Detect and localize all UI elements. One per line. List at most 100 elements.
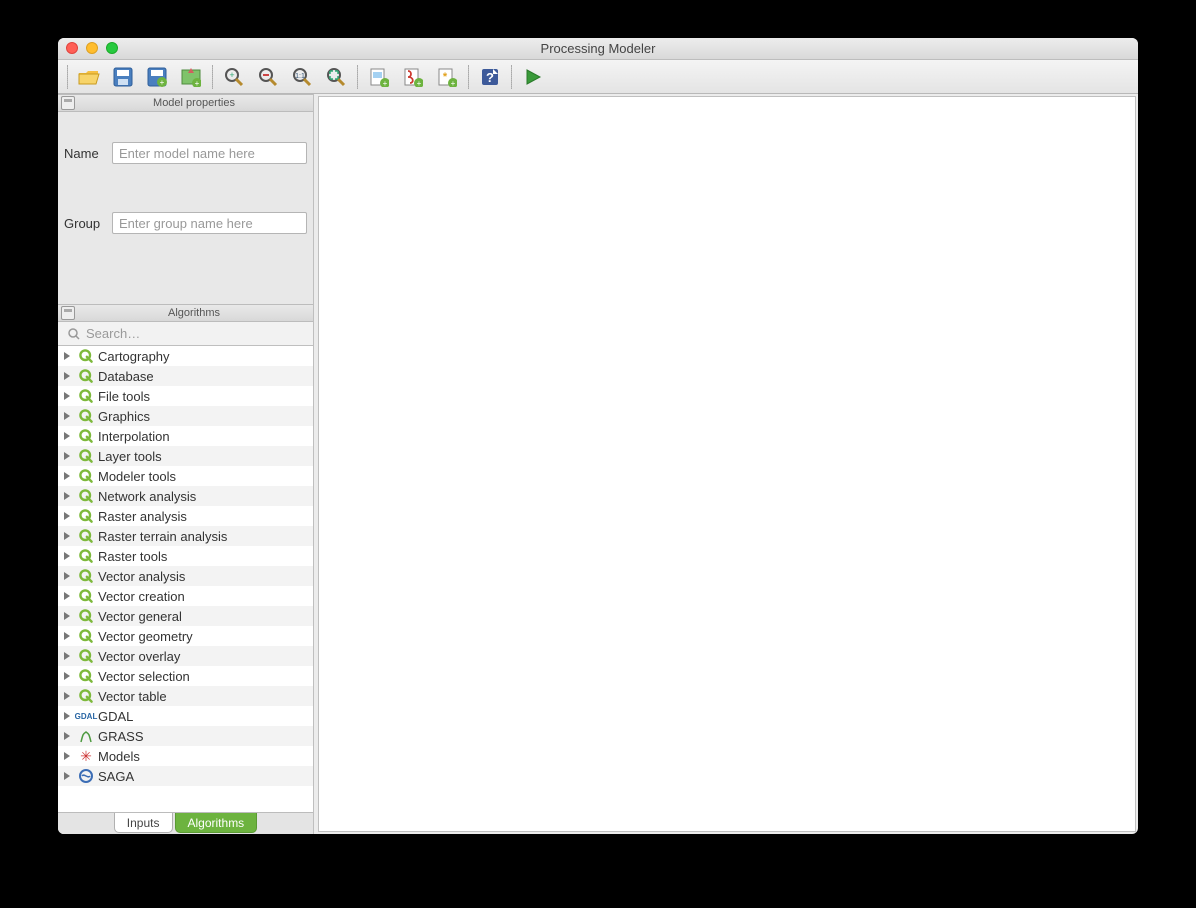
undock-icon[interactable]	[61, 306, 75, 320]
tree-item[interactable]: Raster tools	[58, 546, 313, 566]
model-properties-title: Model properties	[75, 97, 313, 109]
tree-item[interactable]: GRASS	[58, 726, 313, 746]
tree-item[interactable]: Raster analysis	[58, 506, 313, 526]
tree-item[interactable]: Vector analysis	[58, 566, 313, 586]
tree-item-label: Vector selection	[98, 669, 190, 684]
tree-item[interactable]: Raster terrain analysis	[58, 526, 313, 546]
save-as-icon: +	[147, 67, 167, 87]
tree-item[interactable]: Vector geometry	[58, 626, 313, 646]
expand-icon[interactable]	[64, 591, 74, 601]
expand-icon[interactable]	[64, 671, 74, 681]
qgis-icon	[78, 348, 94, 364]
tree-item[interactable]: Interpolation	[58, 426, 313, 446]
tree-item[interactable]: Vector table	[58, 686, 313, 706]
expand-icon[interactable]	[64, 511, 74, 521]
zoom-window-button[interactable]	[106, 42, 118, 54]
tree-item[interactable]: Vector overlay	[58, 646, 313, 666]
tree-item-label: Network analysis	[98, 489, 196, 504]
model-group-input[interactable]	[112, 212, 307, 234]
tree-item[interactable]: Vector creation	[58, 586, 313, 606]
saga-icon	[78, 768, 94, 784]
algorithm-tree[interactable]: Cartography Database File toolsGraphicsInt…	[58, 346, 313, 812]
qgis-icon	[78, 468, 94, 484]
tree-item[interactable]: Vector selection	[58, 666, 313, 686]
tree-item[interactable]: Database	[58, 366, 313, 386]
expand-icon[interactable]	[64, 431, 74, 441]
save-button[interactable]	[107, 63, 139, 91]
svg-text:1:1: 1:1	[295, 73, 305, 80]
expand-icon[interactable]	[64, 451, 74, 461]
zoom-actual-button[interactable]: 1:1	[286, 63, 318, 91]
expand-icon[interactable]	[64, 651, 74, 661]
qgis-icon	[78, 388, 94, 404]
export-python-button[interactable]: *+	[431, 63, 463, 91]
tree-item-label: Raster analysis	[98, 509, 187, 524]
qgis-icon	[78, 568, 94, 584]
qgis-icon	[78, 668, 94, 684]
expand-icon[interactable]	[64, 411, 74, 421]
tree-item[interactable]: Vector general	[58, 606, 313, 626]
minimize-window-button[interactable]	[86, 42, 98, 54]
qgis-icon	[78, 428, 94, 444]
toolbar-handle[interactable]	[67, 65, 68, 89]
tree-item[interactable]: Modeler tools	[58, 466, 313, 486]
svg-text:+: +	[195, 79, 200, 87]
zoom-full-button[interactable]	[320, 63, 352, 91]
tree-item[interactable]: SAGA	[58, 766, 313, 786]
left-sidebar: Model properties Name Group Algorithms	[58, 94, 314, 834]
tree-item[interactable]: Layer tools	[58, 446, 313, 466]
undock-icon[interactable]	[61, 96, 75, 110]
expand-icon[interactable]	[64, 391, 74, 401]
open-button[interactable]	[73, 63, 105, 91]
model-canvas[interactable]	[318, 96, 1136, 832]
algorithm-search-input[interactable]	[62, 324, 309, 344]
window-title: Processing Modeler	[58, 41, 1138, 56]
tree-item[interactable]: Cartography	[58, 346, 313, 366]
expand-icon[interactable]	[64, 731, 74, 741]
tree-item-label: Raster tools	[98, 549, 167, 564]
save-as-button[interactable]: +	[141, 63, 173, 91]
expand-icon[interactable]	[64, 691, 74, 701]
expand-icon[interactable]	[64, 631, 74, 641]
tree-item-label: Vector analysis	[98, 569, 185, 584]
expand-icon[interactable]	[64, 711, 74, 721]
qgis-icon	[78, 368, 94, 384]
tree-item[interactable]: Network analysis	[58, 486, 313, 506]
run-button[interactable]	[517, 63, 549, 91]
app-window: Processing Modeler + + + 1:1 +	[58, 38, 1138, 834]
expand-icon[interactable]	[64, 371, 74, 381]
zoom-out-icon	[258, 67, 278, 87]
expand-icon[interactable]	[64, 771, 74, 781]
expand-icon[interactable]	[64, 491, 74, 501]
model-properties-header: Model properties	[58, 94, 313, 112]
expand-icon[interactable]	[64, 351, 74, 361]
tree-item[interactable]: File tools	[58, 386, 313, 406]
zoom-out-button[interactable]	[252, 63, 284, 91]
help-button[interactable]: ?	[474, 63, 506, 91]
expand-icon[interactable]	[64, 531, 74, 541]
titlebar: Processing Modeler	[58, 38, 1138, 60]
toolbar-separator	[511, 65, 512, 89]
expand-icon[interactable]	[64, 571, 74, 581]
run-icon	[524, 68, 542, 86]
add-to-project-button[interactable]: +	[175, 63, 207, 91]
tree-item[interactable]: ✳Models	[58, 746, 313, 766]
tree-item[interactable]: Graphics	[58, 406, 313, 426]
expand-icon[interactable]	[64, 551, 74, 561]
gdal-icon: GDAL	[78, 708, 94, 724]
expand-icon[interactable]	[64, 751, 74, 761]
zoom-in-button[interactable]: +	[218, 63, 250, 91]
search-icon	[68, 328, 80, 340]
tree-item-label: Vector creation	[98, 589, 185, 604]
grass-icon	[78, 728, 94, 744]
expand-icon[interactable]	[64, 611, 74, 621]
tree-item[interactable]: GDALGDAL	[58, 706, 313, 726]
expand-icon[interactable]	[64, 471, 74, 481]
tab-algorithms[interactable]: Algorithms	[175, 813, 258, 833]
close-window-button[interactable]	[66, 42, 78, 54]
tree-item-label: Database	[98, 369, 154, 384]
model-name-input[interactable]	[112, 142, 307, 164]
export-image-button[interactable]: +	[363, 63, 395, 91]
export-pdf-button[interactable]: +	[397, 63, 429, 91]
tab-inputs[interactable]: Inputs	[114, 813, 173, 833]
